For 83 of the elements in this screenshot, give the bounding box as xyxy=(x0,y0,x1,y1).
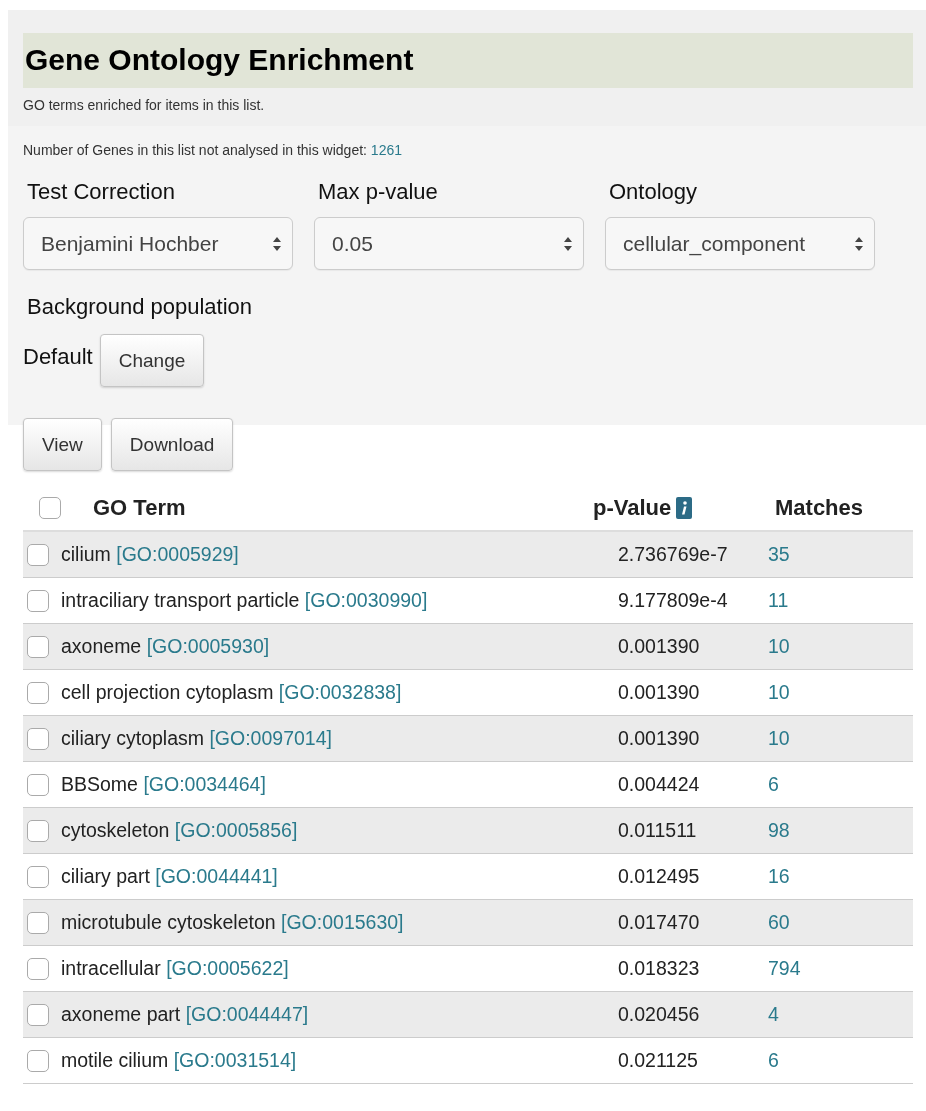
go-id-link[interactable]: [GO:0015630] xyxy=(281,911,404,933)
info-icon[interactable] xyxy=(676,496,693,519)
go-term-text: intracellular [GO:0005622] xyxy=(61,957,289,980)
p-value-cell-text: 9.177809e-4 xyxy=(617,589,729,612)
matches-link[interactable]: 16 xyxy=(758,865,790,888)
background-population-label: Background population xyxy=(27,294,254,320)
checkbox[interactable] xyxy=(27,911,49,934)
p-value-cell-text: 0.001390 xyxy=(617,635,701,658)
checkbox[interactable] xyxy=(27,957,49,980)
go-id-link[interactable]: [GO:0005856] xyxy=(174,819,298,841)
go-id-link[interactable]: [GO:0044441] xyxy=(155,865,278,887)
checkbox[interactable] xyxy=(27,635,49,658)
p-value-cell-text: 0.001390 xyxy=(617,681,701,704)
p-value-cell-text: 0.004424 xyxy=(617,773,701,796)
go-id-link[interactable]: [GO:0032838] xyxy=(278,681,402,703)
go-term-text: cell projection cytoplasm [GO:0032838] xyxy=(61,681,402,704)
dropdown[interactable]: Benjamini Hochber xyxy=(23,217,293,270)
matches-link[interactable]: 98 xyxy=(758,819,790,842)
go-term-text: axoneme part [GO:0044447] xyxy=(61,1003,309,1026)
checkbox[interactable] xyxy=(27,1003,49,1026)
not-analysed-text: Number of Genes in this list not analysed in this widget: 1261 xyxy=(23,142,403,159)
checkbox[interactable] xyxy=(27,589,49,612)
sort-arrows-icon xyxy=(272,235,282,252)
go-id-link[interactable]: [GO:0005622] xyxy=(166,957,289,979)
checkbox[interactable] xyxy=(27,1049,49,1072)
p-value-cell-text: 0.018323 xyxy=(617,957,701,980)
go-term-text: cilium [GO:0005929] xyxy=(61,543,239,566)
matches-link[interactable]: 10 xyxy=(758,727,790,750)
gene-count-link[interactable]: 1261 xyxy=(370,142,402,158)
go-id-link[interactable]: [GO:0044447] xyxy=(185,1003,309,1025)
p-value-cell-text: 0.021125 xyxy=(617,1049,699,1072)
go-id-link[interactable]: [GO:0005929] xyxy=(116,543,239,565)
checkbox[interactable] xyxy=(27,865,49,888)
filter-label: Test Correction xyxy=(26,179,176,205)
column-header: Matches xyxy=(775,494,865,521)
checkbox[interactable] xyxy=(27,773,49,796)
view-button[interactable]: View xyxy=(23,418,102,471)
matches-link[interactable]: 6 xyxy=(758,773,779,796)
checkbox[interactable] xyxy=(27,727,49,750)
p-value-cell-text: 0.020456 xyxy=(617,1003,701,1026)
sort-arrows-icon xyxy=(563,235,573,252)
change-button[interactable]: Change xyxy=(99,334,205,387)
go-id-link[interactable]: [GO:0030990] xyxy=(304,589,428,611)
p-value-cell-text: 0.017470 xyxy=(617,911,701,934)
dropdown[interactable]: cellular_component xyxy=(605,217,875,270)
go-term-text: ciliary part [GO:0044441] xyxy=(61,865,278,888)
go-term-text: cytoskeleton [GO:0005856] xyxy=(61,819,298,842)
sort-arrows-icon xyxy=(854,235,864,252)
matches-link[interactable]: 35 xyxy=(758,543,790,566)
matches-link[interactable]: 10 xyxy=(758,681,790,704)
go-term-text: ciliary cytoplasm [GO:0097014] xyxy=(61,727,332,750)
column-header: p-Value xyxy=(593,494,672,521)
go-id-link[interactable]: [GO:0034464] xyxy=(143,773,266,795)
go-term-text: BBSome [GO:0034464] xyxy=(61,773,266,796)
matches-link[interactable]: 11 xyxy=(758,589,789,612)
matches-link[interactable]: 10 xyxy=(758,635,790,658)
column-header: GO Term xyxy=(93,494,186,521)
go-term-text: motile cilium [GO:0031514] xyxy=(61,1049,297,1072)
checkbox[interactable] xyxy=(39,496,61,519)
checkbox[interactable] xyxy=(27,681,49,704)
checkbox[interactable] xyxy=(27,543,49,566)
checkbox[interactable] xyxy=(27,819,49,842)
go-term-text: intraciliary transport particle [GO:0030990] xyxy=(61,589,428,612)
matches-link[interactable]: 60 xyxy=(758,911,790,934)
matches-link[interactable]: 6 xyxy=(758,1049,779,1072)
download-button[interactable]: Download xyxy=(110,418,234,471)
dropdown[interactable]: 0.05 xyxy=(314,217,584,270)
filter-label: Max p-value xyxy=(317,179,439,205)
matches-link[interactable]: 794 xyxy=(758,957,801,980)
go-term-text: axoneme [GO:0005930] xyxy=(61,635,270,658)
go-term-text: microtubule cytoskeleton [GO:0015630] xyxy=(61,911,404,934)
widget-description: GO terms enriched for items in this list. xyxy=(23,97,266,114)
p-value-cell-text: 0.011511 xyxy=(617,819,698,842)
widget-title: Gene Ontology Enrichment xyxy=(23,33,913,88)
p-value-cell-text: 2.736769e-7 xyxy=(617,543,729,566)
p-value-cell-text: 0.001390 xyxy=(617,727,701,750)
go-id-link[interactable]: [GO:0097014] xyxy=(209,727,332,749)
background-value: Default xyxy=(23,343,93,370)
matches-link[interactable]: 4 xyxy=(758,1003,779,1026)
go-id-link[interactable]: [GO:0005930] xyxy=(146,635,270,657)
filter-label: Ontology xyxy=(608,179,699,205)
go-id-link[interactable]: [GO:0031514] xyxy=(173,1049,297,1071)
p-value-cell-text: 0.012495 xyxy=(617,865,701,888)
